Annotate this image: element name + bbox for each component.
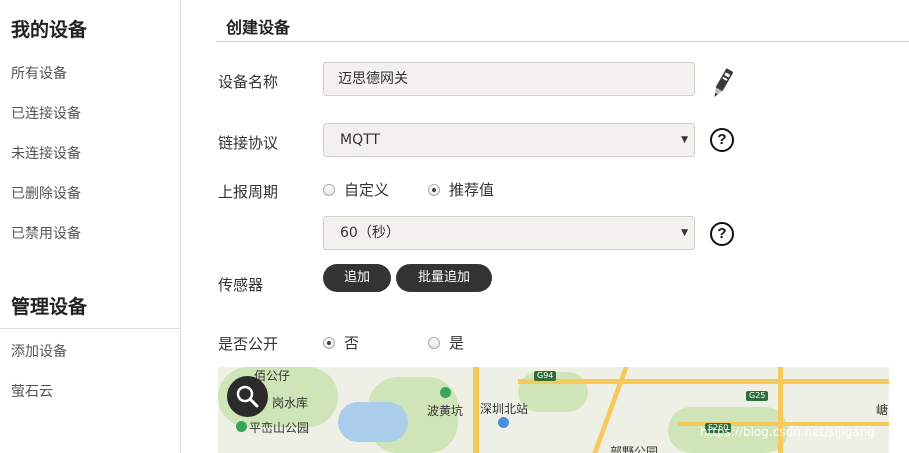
radio-circle-icon [323, 183, 335, 196]
radio-circle-icon [428, 336, 440, 349]
highway-badge: G25 [746, 391, 769, 401]
device-name-label: 设备名称 [218, 73, 279, 91]
sidebar-divider [0, 328, 180, 329]
sidebar-item-all-devices[interactable]: 所有设备 [11, 63, 67, 83]
radio-recommended[interactable]: 推荐值 [428, 179, 494, 200]
device-name-input[interactable]: 迈思德网关 [323, 62, 695, 96]
search-icon [236, 385, 259, 408]
map-label: 深圳北站 [480, 402, 529, 416]
manage-devices-title: 管理设备 [11, 296, 88, 318]
map-label: 波黄坑 [427, 404, 464, 418]
sensor-label: 传感器 [218, 276, 264, 294]
map-water-area [338, 402, 408, 442]
park-pin-icon [440, 387, 451, 398]
protocol-value: MQTT [340, 132, 380, 148]
batch-add-sensor-button[interactable]: 批量追加 [396, 264, 492, 292]
radio-public-no-label: 否 [344, 334, 360, 352]
map-road [778, 367, 783, 453]
help-icon[interactable]: ? [710, 222, 734, 246]
sidebar: 我的设备 所有设备 已连接设备 未连接设备 已删除设备 已禁用设备 管理设备 添… [0, 0, 181, 453]
radio-custom-label: 自定义 [344, 181, 390, 199]
report-period-label: 上报周期 [218, 183, 279, 201]
sidebar-item-disabled[interactable]: 已禁用设备 [11, 223, 81, 243]
map-road [473, 367, 479, 453]
map-label: 岗水库 [272, 396, 309, 410]
page-title: 创建设备 [226, 18, 291, 37]
park-pin-icon [236, 421, 247, 432]
add-sensor-button[interactable]: 追加 [323, 264, 391, 292]
map[interactable]: 佰公仔 岗水库 平峦山公园 波黄坑 深圳北站 G94 G25 S260 部野公园… [218, 367, 889, 453]
radio-checked-icon [323, 336, 335, 349]
title-divider [216, 41, 909, 42]
radio-public-no[interactable]: 否 [323, 332, 359, 353]
station-pin-icon [498, 417, 509, 428]
map-road [518, 379, 889, 384]
sidebar-item-ezviz-cloud[interactable]: 萤石云 [11, 381, 53, 401]
public-label: 是否公开 [218, 335, 279, 353]
period-value: 60（秒） [340, 225, 400, 241]
highway-badge: G94 [534, 371, 557, 381]
sidebar-item-add-device[interactable]: 添加设备 [11, 341, 67, 361]
radio-public-yes-label: 是 [449, 334, 465, 352]
protocol-select[interactable]: MQTT ▼ [323, 123, 695, 157]
radio-public-yes[interactable]: 是 [428, 332, 464, 353]
sidebar-item-deleted[interactable]: 已删除设备 [11, 183, 81, 203]
radio-recommended-label: 推荐值 [449, 181, 495, 199]
map-search-button[interactable] [227, 376, 268, 417]
protocol-label: 链接协议 [218, 134, 279, 152]
chevron-down-icon: ▼ [681, 135, 688, 145]
map-label: 部野公园 [610, 445, 659, 453]
pen-icon [708, 64, 736, 104]
radio-custom[interactable]: 自定义 [323, 179, 389, 200]
map-label: 嵣 [876, 403, 889, 417]
period-select[interactable]: 60（秒） ▼ [323, 216, 695, 250]
chevron-down-icon: ▼ [681, 228, 688, 238]
radio-checked-icon [428, 183, 440, 196]
watermark: https://blog.csdn.net/sijigang [700, 425, 875, 439]
help-icon[interactable]: ? [710, 128, 734, 152]
map-label: 平峦山公园 [249, 421, 310, 435]
my-devices-title: 我的设备 [11, 19, 88, 41]
sidebar-item-disconnected[interactable]: 未连接设备 [11, 143, 81, 163]
sidebar-item-connected[interactable]: 已连接设备 [11, 103, 81, 123]
